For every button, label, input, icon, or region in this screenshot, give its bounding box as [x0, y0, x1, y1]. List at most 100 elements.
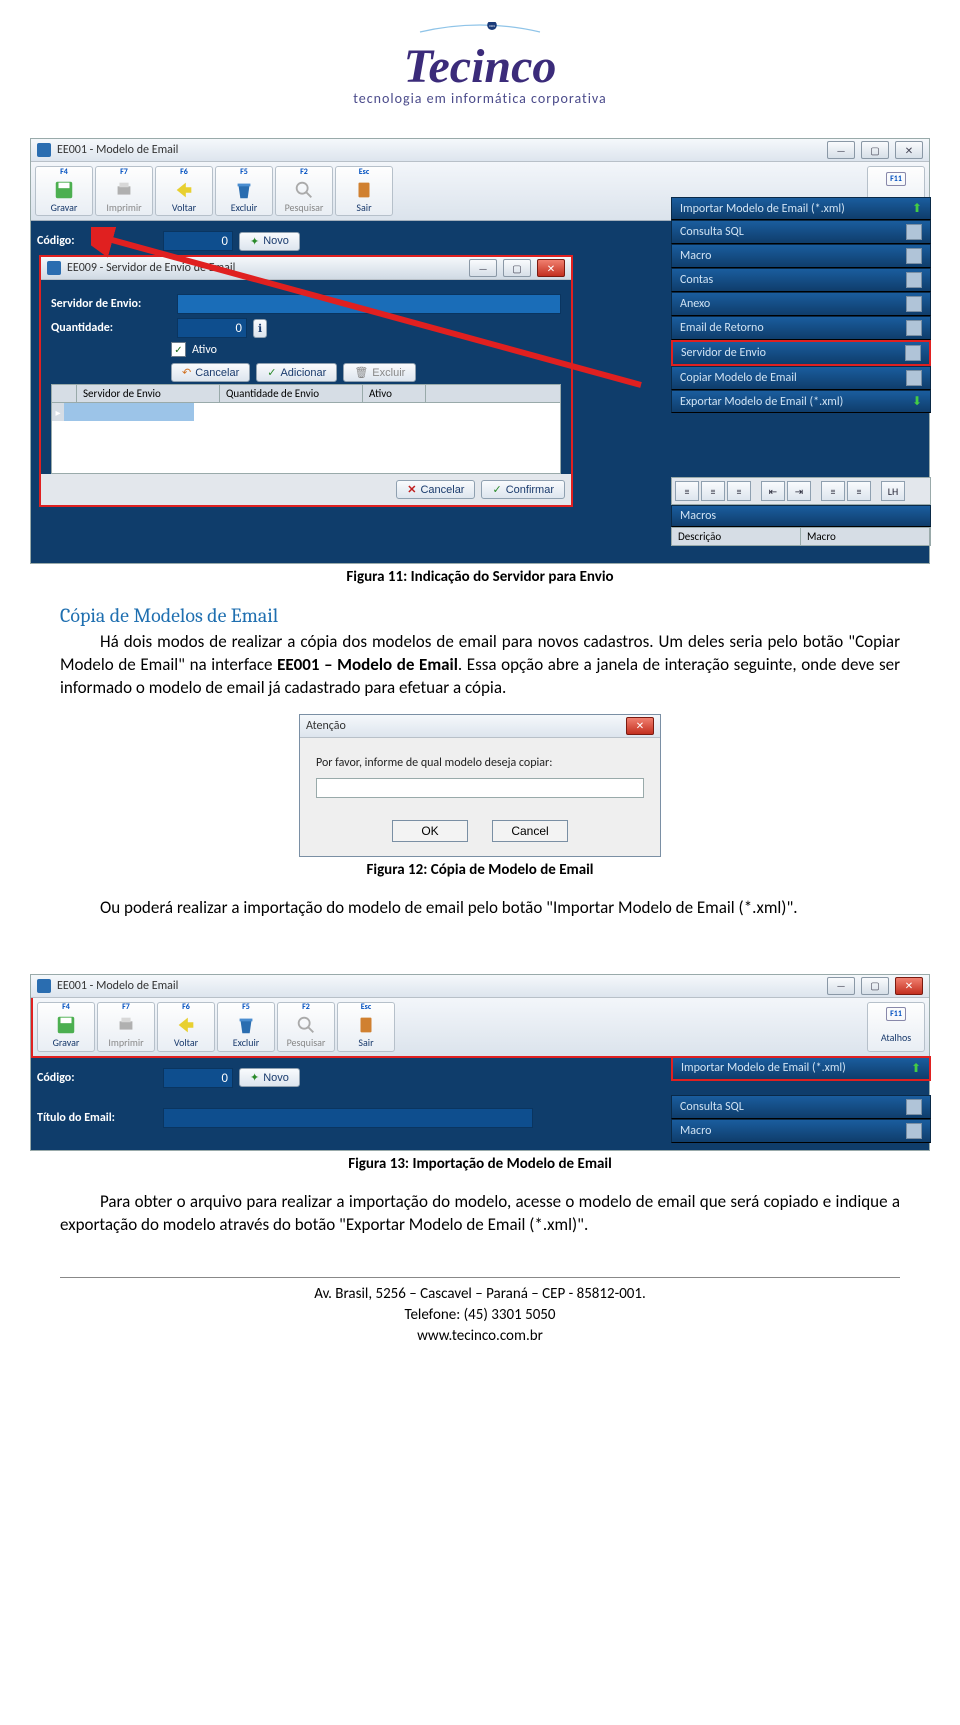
logo-tagline: tecnologia em informática corporativa	[310, 90, 650, 107]
excluir-button[interactable]: F5Excluir	[217, 1002, 275, 1052]
sair-button[interactable]: EscSair	[335, 166, 393, 216]
codigo-input[interactable]	[163, 1068, 233, 1088]
codigo-input[interactable]	[163, 231, 233, 251]
gravar-button[interactable]: F4Gravar	[37, 1002, 95, 1052]
alert-title: Atenção	[306, 719, 346, 733]
side-macro[interactable]: Macro	[671, 244, 931, 268]
minimize-button[interactable]: —	[827, 141, 855, 159]
voltar-button[interactable]: F6Voltar	[155, 166, 213, 216]
minimize-button[interactable]: —	[469, 259, 497, 277]
side-email-retorno[interactable]: Email de Retorno	[671, 316, 931, 340]
sair-button[interactable]: EscSair	[337, 1002, 395, 1052]
page-footer: Av. Brasil, 5256 – Cascavel – Paraná – C…	[60, 1277, 900, 1347]
side-consulta-sql[interactable]: Consulta SQL	[671, 220, 931, 244]
fig11-caption: Figura 11: Indicação do Servidor para En…	[60, 568, 900, 586]
close-button[interactable]: ✕	[537, 259, 565, 277]
qtd-input[interactable]	[177, 318, 247, 338]
paragraph-1: Há dois modos de realizar a cópia dos mo…	[60, 631, 900, 700]
titulo-input[interactable]	[163, 1108, 533, 1128]
list-bul-button[interactable]: ≡	[847, 481, 871, 501]
copy-icon	[906, 370, 922, 386]
side-macro[interactable]: Macro	[671, 1119, 931, 1143]
info-button[interactable]: ℹ	[253, 319, 267, 338]
imprimir-button[interactable]: F7Imprimir	[95, 166, 153, 216]
paragraph-2: Ou poderá realizar a importação do model…	[60, 897, 900, 920]
adicionar-button[interactable]: ✓Adicionar	[256, 363, 337, 382]
maximize-button[interactable]: ▢	[861, 141, 889, 159]
list-num-button[interactable]: ≡	[821, 481, 845, 501]
fig13-caption: Figura 13: Importação de Modelo de Email	[60, 1155, 900, 1173]
page-icon	[906, 272, 922, 288]
maximize-button[interactable]: ▢	[861, 977, 889, 995]
close-button[interactable]: ✕	[895, 977, 923, 995]
minimize-button[interactable]: —	[827, 977, 855, 995]
nested-title: EE009 - Servidor de Envio de Email	[67, 261, 235, 275]
indent-button[interactable]: ⇥	[787, 481, 811, 501]
side-importar[interactable]: Importar Modelo de Email (*.xml)⬆	[671, 197, 931, 220]
cancelar-button[interactable]: ↶Cancelar	[171, 363, 250, 382]
maximize-button[interactable]: ▢	[503, 259, 531, 277]
upload-icon: ⬆	[911, 1061, 921, 1076]
cancel-button[interactable]: Cancel	[492, 820, 568, 842]
attach-icon	[906, 296, 922, 312]
pesquisar-button[interactable]: F2Pesquisar	[275, 166, 333, 216]
app-icon	[37, 143, 51, 157]
win-ee001: EE001 - Modelo de Email — ▢ ✕ F4Gravar F…	[30, 138, 930, 564]
voltar-button[interactable]: F6Voltar	[157, 1002, 215, 1052]
side-anexo[interactable]: Anexo	[671, 292, 931, 316]
confirmar-button[interactable]: ✓Confirmar	[481, 480, 565, 499]
outdent-button[interactable]: ⇤	[761, 481, 785, 501]
align-left-button[interactable]: ≡	[675, 481, 699, 501]
codigo-label: Código:	[37, 234, 157, 248]
excluir-button[interactable]: F5Excluir	[215, 166, 273, 216]
section-copia-title: Cópia de Modelos de Email	[60, 604, 900, 627]
qtd-label: Quantidade:	[51, 321, 171, 335]
side-importar[interactable]: Importar Modelo de Email (*.xml)⬆	[671, 1056, 931, 1081]
align-center-button[interactable]: ≡	[701, 481, 725, 501]
align-right-button[interactable]: ≡	[727, 481, 751, 501]
modelo-input[interactable]	[316, 778, 644, 798]
gear-icon	[906, 1123, 922, 1139]
win-ee009: EE009 - Servidor de Envio de Email — ▢ ✕…	[39, 255, 573, 507]
servidor-input[interactable]	[177, 294, 561, 314]
cancelar-dialog-button[interactable]: ✕Cancelar	[396, 480, 475, 499]
lh-button[interactable]: LH	[881, 481, 905, 501]
app-icon	[37, 979, 51, 993]
db-icon	[906, 224, 922, 240]
side-contas[interactable]: Contas	[671, 268, 931, 292]
side-copiar-modelo[interactable]: Copiar Modelo de Email	[671, 366, 931, 390]
side-consulta-sql[interactable]: Consulta SQL	[671, 1095, 931, 1119]
logo-swoosh: 0101	[310, 22, 650, 34]
codigo-label: Código:	[37, 1071, 157, 1085]
ativo-label: Ativo	[192, 343, 217, 357]
imprimir-button[interactable]: F7Imprimir	[97, 1002, 155, 1052]
close-button[interactable]: ✕	[895, 141, 923, 159]
novo-button[interactable]: ✦Novo	[239, 232, 300, 251]
paragraph-3: Para obter o arquivo para realizar a imp…	[60, 1191, 900, 1237]
titulo-label: Título do Email:	[37, 1111, 157, 1125]
mail-icon	[906, 320, 922, 336]
window-title: EE001 - Modelo de Email	[57, 979, 178, 993]
company-logo: 0101 Tecinco tecnologia em informática c…	[310, 20, 650, 107]
close-button[interactable]: ✕	[626, 717, 654, 735]
upload-icon: ⬆	[912, 201, 922, 216]
servidor-label: Servidor de Envio:	[51, 297, 171, 311]
server-icon	[905, 345, 921, 361]
side-servidor-envio[interactable]: Servidor de Envio	[671, 340, 931, 366]
grid-header: Servidor de Envio Quantidade de Envio At…	[51, 384, 561, 403]
pesquisar-button[interactable]: F2Pesquisar	[277, 1002, 335, 1052]
ativo-checkbox[interactable]: ✓	[171, 342, 186, 357]
atalhos-button[interactable]: F11Atalhos	[867, 1002, 925, 1052]
alert-message: Por favor, informe de qual modelo deseja…	[316, 756, 644, 770]
macros-header: Macros	[671, 505, 931, 527]
ok-button[interactable]: OK	[392, 820, 468, 842]
side-exportar-modelo[interactable]: Exportar Modelo de Email (*.xml)⬇	[671, 390, 931, 413]
macro-grid-header: Descrição Macro	[671, 527, 931, 546]
grid-body[interactable]: ▸	[51, 403, 561, 474]
main-toolbar: F4Gravar F7Imprimir F6Voltar F5Excluir F…	[31, 998, 929, 1058]
gravar-button[interactable]: F4Gravar	[35, 166, 93, 216]
fig12-caption: Figura 12: Cópia de Modelo de Email	[60, 861, 900, 879]
excluir-button[interactable]: 🗑Excluir	[343, 363, 416, 382]
novo-button[interactable]: ✦Novo	[239, 1068, 300, 1087]
db-icon	[906, 1099, 922, 1115]
